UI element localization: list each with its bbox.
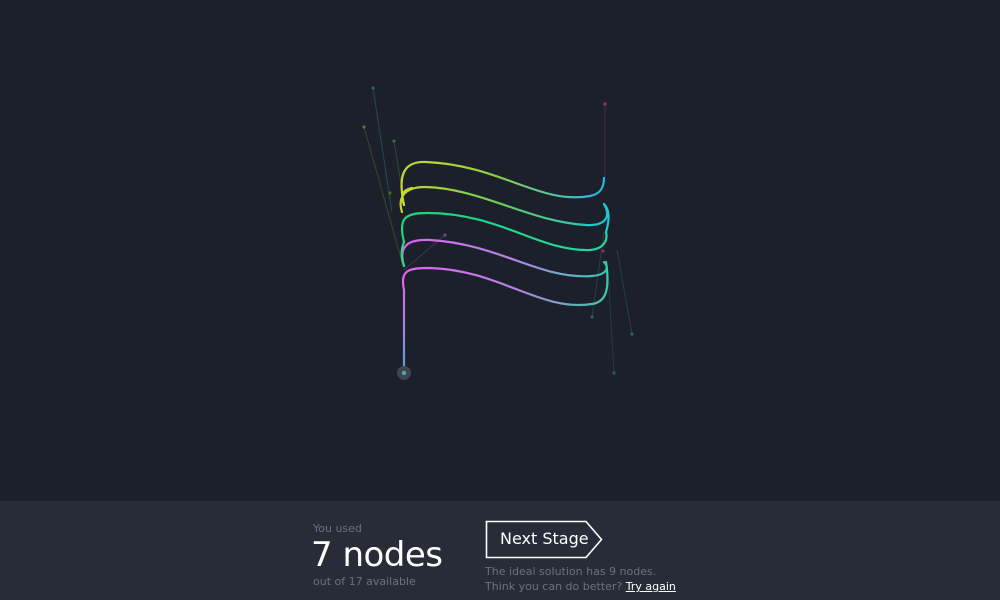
curve-segment-bottom <box>401 260 609 307</box>
player-curve <box>399 160 610 375</box>
nodes-used-count: 7 nodes <box>311 535 443 575</box>
handle-line <box>363 126 403 263</box>
used-caption: You used <box>313 522 362 535</box>
curve-segment-lower-left <box>400 240 406 268</box>
control-point <box>601 249 605 253</box>
control-point <box>371 86 375 90</box>
control-point <box>630 332 634 336</box>
curve-segment-top <box>400 160 606 207</box>
control-point <box>590 315 594 319</box>
curve-segment-middle <box>400 211 608 252</box>
curve-segment-upper-return <box>399 185 609 227</box>
ideal-solution-text: The ideal solution has 9 nodes. Think yo… <box>485 564 685 594</box>
control-point <box>392 139 396 143</box>
flag-curve-drawing[interactable] <box>0 0 1000 501</box>
control-point <box>603 102 607 106</box>
next-stage-label: Next Stage <box>500 529 589 548</box>
control-point <box>362 125 366 129</box>
try-again-link[interactable]: Try again <box>626 580 676 593</box>
start-node-core <box>401 370 407 376</box>
control-point <box>612 371 616 375</box>
next-stage-button[interactable]: Next Stage <box>485 520 603 559</box>
control-point <box>443 233 447 237</box>
handle-line <box>607 269 615 374</box>
handle-line <box>616 249 633 335</box>
nodes-available-text: out of 17 available <box>313 575 416 588</box>
result-panel: You used 7 nodes out of 17 available Nex… <box>0 501 1000 600</box>
puzzle-canvas[interactable] <box>0 0 1000 501</box>
control-point <box>388 191 392 195</box>
